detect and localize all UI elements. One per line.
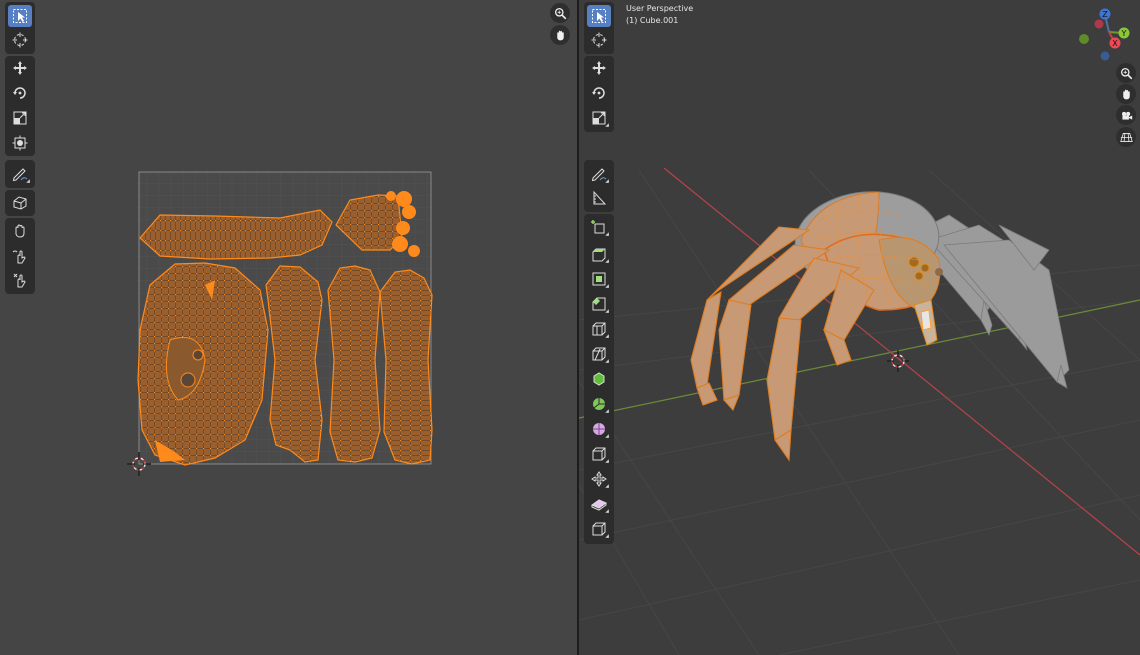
cursor-icon[interactable]: [8, 29, 32, 51]
3d-cursor[interactable]: [887, 350, 909, 372]
perspective-label: User Perspective: [626, 4, 694, 13]
rip-region-icon[interactable]: [587, 493, 611, 515]
uv-toolbar-select: [5, 2, 35, 54]
viewport-toolbar-edit: [584, 214, 614, 544]
scale-icon[interactable]: [587, 107, 611, 129]
move-icon[interactable]: [587, 57, 611, 79]
grid-toggle-icon[interactable]: [1116, 127, 1136, 147]
measure-icon[interactable]: [587, 187, 611, 209]
viewport-toolbar-select: [584, 2, 614, 54]
cursor-icon[interactable]: [587, 29, 611, 51]
grab-icon[interactable]: [8, 220, 32, 242]
uv-island: [265, 265, 323, 463]
uv-islands: [137, 191, 433, 466]
knife-icon[interactable]: [587, 343, 611, 365]
spider-model[interactable]: [690, 186, 1070, 462]
camera-icon[interactable]: [1116, 105, 1136, 125]
viewport-header-text: User Perspective (1) Cube.001: [626, 3, 693, 27]
pan-icon[interactable]: [550, 25, 570, 45]
pinch-icon[interactable]: [8, 269, 32, 291]
relax-icon[interactable]: [8, 245, 32, 267]
zoom-icon[interactable]: [1116, 63, 1136, 83]
uv-toolbar-rip: [5, 190, 35, 216]
rotate-icon[interactable]: [587, 82, 611, 104]
uv-island: [139, 209, 333, 260]
annotate-icon[interactable]: [8, 163, 32, 185]
shrink-fatten-icon[interactable]: [587, 443, 611, 465]
rip-region-icon[interactable]: [8, 192, 32, 214]
viewport-toolbar-transform: [584, 56, 614, 132]
smooth-icon[interactable]: [587, 418, 611, 440]
shear-icon[interactable]: [587, 468, 611, 490]
gizmo-z-label: Z: [1102, 10, 1108, 19]
spin-icon[interactable]: [587, 393, 611, 415]
select-box-icon[interactable]: [8, 5, 32, 27]
viewport-toolbar-annotate: [584, 160, 614, 212]
poly-build-icon[interactable]: [587, 368, 611, 390]
uv-island: [327, 265, 381, 463]
scale-icon[interactable]: [8, 107, 32, 129]
navigation-gizmo[interactable]: Z Y X: [1079, 4, 1137, 62]
add-cube-icon[interactable]: [587, 216, 611, 238]
pan-icon[interactable]: [1116, 84, 1136, 104]
bevel-icon[interactable]: [587, 293, 611, 315]
uv-island: [379, 269, 433, 465]
annotate-icon[interactable]: [587, 163, 611, 185]
rotate-icon[interactable]: [8, 82, 32, 104]
move-icon[interactable]: [8, 57, 32, 79]
uv-toolbar-annotate: [5, 160, 35, 188]
inset-faces-icon[interactable]: [587, 268, 611, 290]
uv-canvas[interactable]: [0, 0, 577, 655]
cube-edit-icon[interactable]: [587, 518, 611, 540]
viewport-canvas[interactable]: [579, 0, 1140, 655]
uv-editor-area[interactable]: [0, 0, 577, 655]
zoom-icon[interactable]: [550, 3, 570, 23]
extrude-region-icon[interactable]: [587, 243, 611, 265]
transform-icon[interactable]: [8, 132, 32, 154]
loop-cut-icon[interactable]: [587, 318, 611, 340]
object-label: (1) Cube.001: [626, 16, 679, 25]
gizmo-x-label: X: [1112, 39, 1118, 48]
3d-viewport-area[interactable]: User Perspective (1) Cube.001 Z Y X: [579, 0, 1140, 655]
uv-toolbar-transform: [5, 56, 35, 156]
select-box-icon[interactable]: [587, 5, 611, 27]
uv-toolbar-sculpt: [5, 218, 35, 294]
gizmo-y-label: Y: [1121, 29, 1127, 38]
